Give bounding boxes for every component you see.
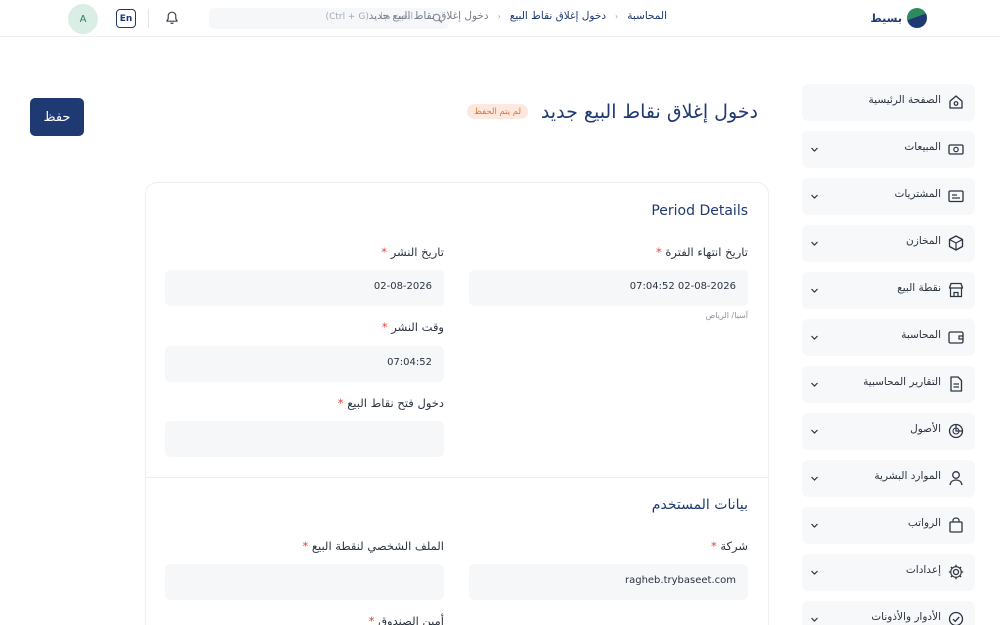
page-title: دخول إغلاق نقاط البيع جديد [540,101,758,123]
chevron-down-icon [811,241,818,246]
sidebar-item-purchases[interactable]: المشتريات [802,178,975,215]
receipt-icon [948,190,964,203]
pos-profile-label: الملف الشخصي لنقطة البيع * [302,539,444,553]
sidebar: الصفحة الرئيسية المبيعات المشتريات المخا… [802,84,975,625]
box-icon [948,235,964,251]
chevron-down-icon [811,476,818,481]
posting-time-field[interactable]: 07:04:52 [165,346,444,382]
pos-profile-field[interactable] [165,564,444,600]
check-circle-icon [948,611,964,625]
section-title-period-details: Period Details [651,203,748,219]
posting-time-label: وقت النشر * [381,320,444,334]
sidebar-item-pos[interactable]: نقطة البيع [802,272,975,309]
sidebar-item-payroll[interactable]: الرواتب [802,507,975,544]
bag-icon [949,517,963,533]
chevron-down-icon [811,617,818,622]
company-field[interactable]: ragheb.trybaseet.com [469,564,748,600]
sidebar-item-warehouses[interactable]: المخازن [802,225,975,262]
form-card: Period Details تاريخ انتهاء الفترة * 02-… [145,182,769,625]
sidebar-item-assets[interactable]: الأصول [802,413,975,450]
sidebar-item-label: الأصول [910,423,941,435]
logo-icon [907,8,927,28]
top-bar: A En ابحث هنا... (Ctrl + G) المحاسبة ‹ د… [0,0,1000,37]
posting-date-label: تاريخ النشر * [381,245,444,259]
sidebar-item-label: الموارد البشرية [874,470,941,482]
avatar[interactable]: A [68,4,98,34]
cash-icon [948,144,964,155]
chevron-down-icon [811,194,818,199]
chevron-down-icon [811,288,818,293]
breadcrumb-item[interactable]: المحاسبة [627,10,667,22]
sidebar-item-label: الأدوار والأذونات [871,611,941,623]
company-label: شركة * [710,539,748,553]
breadcrumb-separator-icon: ‹ [615,11,619,21]
sidebar-item-label: الرواتب [907,517,941,529]
chevron-down-icon [811,147,818,152]
posting-date-field[interactable]: 02-08-2026 [165,270,444,306]
cashier-label: أمين الصندوق * [368,614,444,625]
chevron-down-icon [811,335,818,340]
section-divider [146,477,768,478]
brand-name: بسيط [870,11,902,25]
wallet-icon [948,331,964,344]
sidebar-item-label: المشتريات [894,188,941,200]
chevron-down-icon [811,570,818,575]
breadcrumb-current: دخول إغلاق نقاط البيع جديد [368,10,489,22]
section-title-user-details: بيانات المستخدم [651,497,748,513]
sidebar-item-label: المحاسبة [901,329,941,341]
period-end-label: تاريخ انتهاء الفترة * [655,245,748,259]
sidebar-item-home[interactable]: الصفحة الرئيسية [802,84,975,121]
sidebar-item-sales[interactable]: المبيعات [802,131,975,168]
sidebar-item-accounting-reports[interactable]: التقارير المحاسبية [802,366,975,403]
home-icon [949,95,963,109]
divider [148,9,149,28]
timezone-hint: آسيا/ الرياض [705,311,748,320]
sidebar-item-label: المبيعات [904,141,941,153]
sidebar-item-label: التقارير المحاسبية [863,376,941,388]
language-toggle-button[interactable]: En [116,9,136,28]
sidebar-item-label: نقطة البيع [897,282,941,294]
opening-entry-field[interactable] [165,421,444,457]
user-icon [949,471,963,486]
store-icon [948,282,964,298]
chevron-down-icon [811,382,818,387]
chevron-down-icon [811,429,818,434]
sidebar-item-label: الصفحة الرئيسية [868,94,941,106]
gear-icon [948,564,964,580]
sidebar-item-hr[interactable]: الموارد البشرية [802,460,975,497]
brand[interactable]: بسيط [870,8,927,28]
opening-entry-label: دخول فتح نقاط البيع * [337,396,444,410]
save-button[interactable]: حفظ [30,98,84,136]
period-end-field[interactable]: 02-08-2026 07:04:52 [469,270,748,306]
status-badge: لم يتم الحفظ [467,104,529,119]
breadcrumb: المحاسبة ‹ دخول إغلاق نقاط البيع ‹ دخول … [369,10,667,22]
sidebar-item-label: إعدادات [905,564,941,576]
breadcrumb-item[interactable]: دخول إغلاق نقاط البيع [510,10,606,22]
pie-chart-icon [948,423,964,439]
bell-icon[interactable] [164,10,180,26]
sidebar-item-settings[interactable]: إعدادات [802,554,975,591]
document-icon [950,376,963,392]
chevron-down-icon [811,523,818,528]
sidebar-item-accounting[interactable]: المحاسبة [802,319,975,356]
sidebar-item-label: المخازن [906,235,941,247]
breadcrumb-separator-icon: ‹ [497,11,501,21]
sidebar-item-roles-permissions[interactable]: الأدوار والأذونات [802,601,975,625]
